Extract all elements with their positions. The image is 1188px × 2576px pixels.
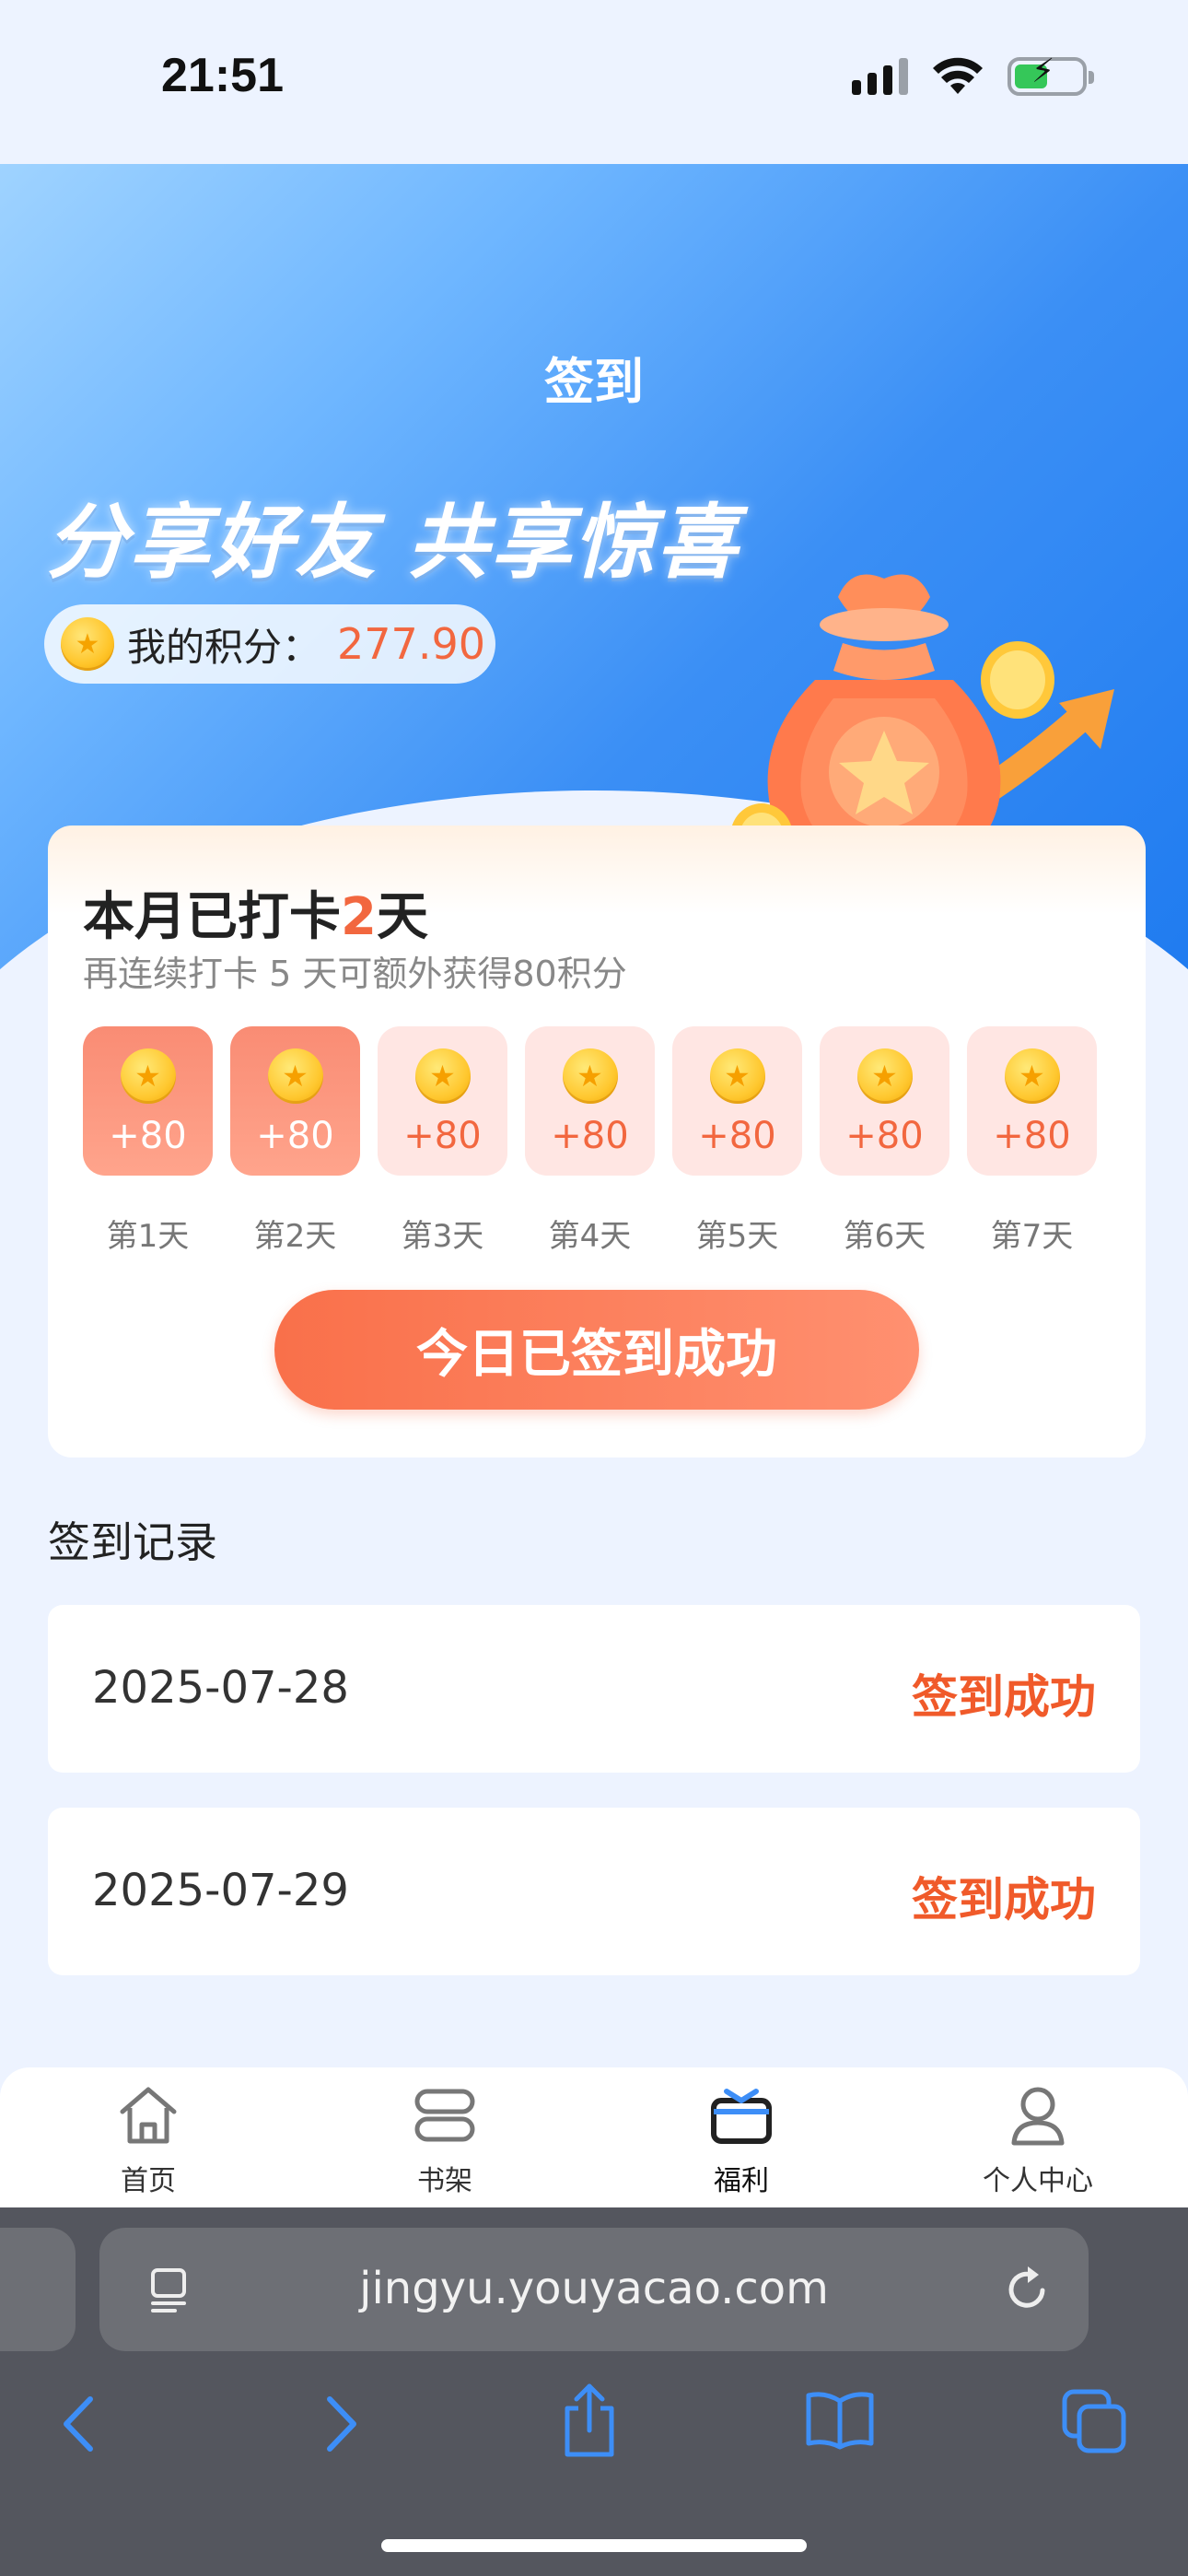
tabs-icon[interactable] bbox=[1061, 2388, 1127, 2454]
day-reward-box: ★ +80 bbox=[378, 1026, 507, 1176]
record-status: 签到成功 bbox=[912, 1873, 1096, 1926]
record-row: 2025-07-29 签到成功 bbox=[48, 1808, 1140, 1975]
home-icon bbox=[120, 2087, 177, 2144]
checkin-day-4: ★ +80 第4天 bbox=[525, 1026, 655, 1256]
checkin-day-7: ★ +80 第7天 bbox=[967, 1026, 1097, 1256]
my-points: ★ 我的积分： 277.90 bbox=[44, 604, 495, 684]
checkin-card: 本月已打卡2天 再连续打卡 5 天可额外获得80积分 ★ +80 第1天 ★ +… bbox=[48, 825, 1146, 1458]
day-label: 第3天 bbox=[401, 1218, 484, 1255]
day-points: +80 bbox=[551, 1115, 629, 1157]
status-icons: ⚡ bbox=[852, 55, 1094, 96]
tab-label: 首页 bbox=[121, 2165, 176, 2197]
day-label: 第6天 bbox=[843, 1218, 926, 1255]
coin-icon: ★ bbox=[61, 617, 114, 671]
month-checkin-title: 本月已打卡2天 bbox=[83, 875, 428, 950]
day-label: 第7天 bbox=[990, 1218, 1074, 1255]
day-points: +80 bbox=[256, 1115, 334, 1157]
tab-bookshelf[interactable]: 书架 bbox=[297, 2067, 593, 2207]
day-label: 第2天 bbox=[253, 1218, 337, 1255]
record-date: 2025-07-29 bbox=[92, 1865, 349, 1916]
forward-icon[interactable] bbox=[317, 2392, 363, 2456]
bookmarks-icon[interactable] bbox=[805, 2390, 875, 2451]
checkin-day-5: ★ +80 第5天 bbox=[672, 1026, 802, 1256]
day-reward-box: ★ +80 bbox=[525, 1026, 655, 1176]
battery-icon: ⚡ bbox=[1007, 55, 1094, 96]
checkin-day-1: ★ +80 第1天 bbox=[83, 1026, 213, 1256]
share-icon[interactable] bbox=[560, 2381, 619, 2460]
gift-icon bbox=[711, 2089, 772, 2144]
day-points: +80 bbox=[403, 1115, 482, 1157]
browser-toolbar: jingyu.youyacao.com bbox=[0, 2207, 1188, 2576]
coin-icon: ★ bbox=[562, 1048, 618, 1104]
coin-icon: ★ bbox=[1004, 1048, 1060, 1104]
checkin-days-count: 2 bbox=[341, 887, 377, 947]
day-label: 第5天 bbox=[695, 1218, 779, 1255]
coin-icon: ★ bbox=[120, 1048, 176, 1104]
bottom-tab-bar: 首页 书架 福利 个人中心 bbox=[0, 2067, 1188, 2207]
day-reward-box: ★ +80 bbox=[230, 1026, 360, 1176]
wifi-icon bbox=[933, 57, 983, 94]
checkin-day-3: ★ +80 第3天 bbox=[378, 1026, 507, 1256]
url-text: jingyu.youyacao.com bbox=[359, 2263, 829, 2314]
day-points: +80 bbox=[993, 1115, 1071, 1157]
day-label: 第1天 bbox=[106, 1218, 190, 1255]
bookshelf-icon bbox=[414, 2089, 475, 2142]
page: 21:51 ⚡ 签到 分享好友 共享惊喜 ★ 我的积分： 277.90 本月已打… bbox=[0, 0, 1188, 2576]
tab-home[interactable]: 首页 bbox=[0, 2067, 297, 2207]
cellular-signal-icon bbox=[852, 58, 908, 95]
tab-welfare[interactable]: 福利 bbox=[593, 2067, 890, 2207]
checkin-day-2: ★ +80 第2天 bbox=[230, 1026, 360, 1256]
checkin-day-6: ★ +80 第6天 bbox=[820, 1026, 949, 1256]
checkin-days: ★ +80 第1天 ★ +80 第2天 ★ +80 第3天 ★ +80 第4天 … bbox=[83, 1026, 1097, 1256]
tab-profile[interactable]: 个人中心 bbox=[890, 2067, 1186, 2207]
day-reward-box: ★ +80 bbox=[967, 1026, 1097, 1176]
records-title: 签到记录 bbox=[48, 1517, 217, 1567]
previous-tab[interactable] bbox=[0, 2228, 76, 2351]
month-title-prefix: 本月已打卡 bbox=[83, 887, 341, 947]
status-bar: 21:51 ⚡ bbox=[0, 0, 1188, 164]
day-label: 第4天 bbox=[548, 1218, 632, 1255]
coin-icon: ★ bbox=[709, 1048, 765, 1104]
checkin-button[interactable]: 今日已签到成功 bbox=[274, 1290, 919, 1410]
coin-icon: ★ bbox=[267, 1048, 323, 1104]
points-value: 277.90 bbox=[337, 619, 485, 669]
points-label: 我的积分： bbox=[127, 624, 321, 670]
back-icon[interactable] bbox=[57, 2392, 103, 2456]
checkin-subtitle: 再连续打卡 5 天可额外获得80积分 bbox=[83, 954, 627, 994]
coin-icon: ★ bbox=[414, 1048, 471, 1104]
day-reward-box: ★ +80 bbox=[820, 1026, 949, 1176]
banner-slogan: 分享好友 共享惊喜 bbox=[46, 495, 740, 590]
day-reward-box: ★ +80 bbox=[83, 1026, 213, 1176]
month-title-suffix: 天 bbox=[376, 887, 428, 947]
day-points: +80 bbox=[109, 1115, 187, 1157]
home-indicator bbox=[381, 2539, 807, 2552]
reload-icon[interactable] bbox=[1002, 2265, 1052, 2314]
status-time: 21:51 bbox=[161, 49, 284, 102]
record-status: 签到成功 bbox=[912, 1670, 1096, 1724]
address-bar[interactable]: jingyu.youyacao.com bbox=[99, 2228, 1089, 2351]
tab-label: 个人中心 bbox=[983, 2165, 1093, 2197]
tab-label: 福利 bbox=[714, 2165, 769, 2197]
record-row: 2025-07-28 签到成功 bbox=[48, 1605, 1140, 1773]
tab-label: 书架 bbox=[417, 2165, 472, 2197]
day-points: +80 bbox=[698, 1115, 776, 1157]
page-title: 签到 bbox=[544, 353, 644, 411]
day-points: +80 bbox=[845, 1115, 924, 1157]
user-icon bbox=[1011, 2087, 1065, 2146]
record-date: 2025-07-28 bbox=[92, 1662, 349, 1714]
coin-icon: ★ bbox=[856, 1048, 913, 1104]
day-reward-box: ★ +80 bbox=[672, 1026, 802, 1176]
